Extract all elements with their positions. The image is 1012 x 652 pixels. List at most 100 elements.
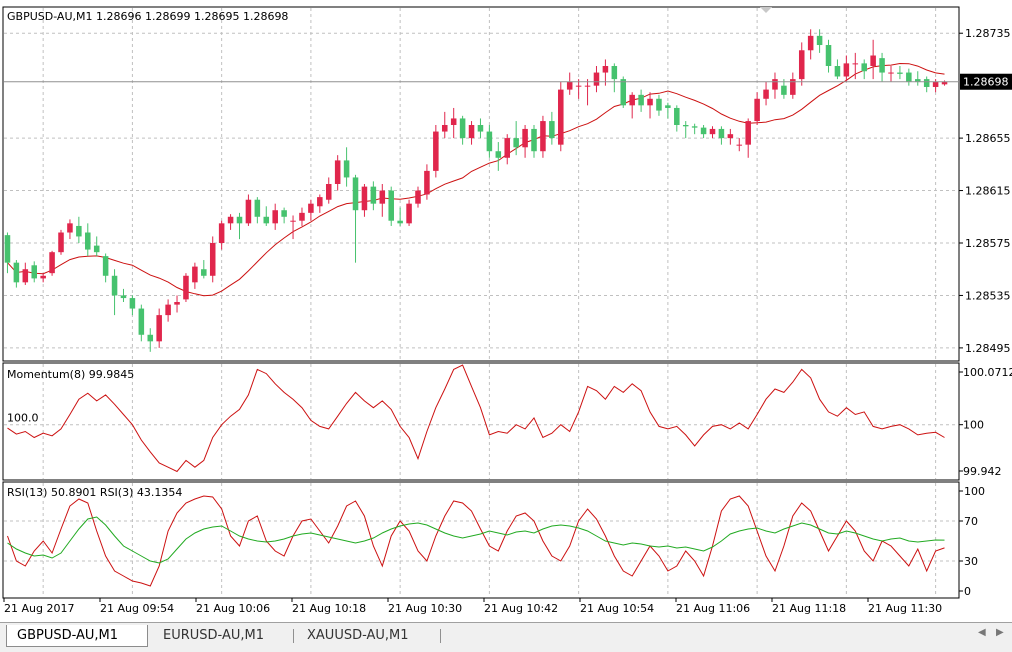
candle-body: [932, 81, 939, 87]
candle-body: [147, 334, 154, 342]
candle-body: [700, 127, 707, 135]
rsi-axis-label: 100: [964, 485, 985, 498]
candle-body: [691, 126, 698, 128]
candle-body: [218, 223, 225, 243]
price-axis-label: 1.28615: [965, 185, 1011, 198]
candle-body: [433, 131, 439, 171]
time-axis-label: 21 Aug 11:06: [676, 602, 750, 615]
momentum-axis-label: 100.0712: [963, 366, 1012, 379]
candle-body: [361, 186, 368, 211]
candle-body: [325, 184, 332, 200]
chart-canvas[interactable]: 1.28735 1.28655 1.28615 1.28575 1.28535 1.284…: [0, 0, 1012, 622]
candle-body: [31, 265, 38, 279]
chart-title: GBPUSD-AU,M1 1.28696 1.28699 1.28695 1.2…: [7, 10, 288, 23]
price-axis-label: 1.28655: [965, 132, 1011, 145]
candle-body: [49, 252, 55, 274]
candle-body: [727, 134, 734, 139]
candle-body: [736, 144, 743, 146]
candle-body: [566, 81, 573, 90]
candle-body: [504, 138, 511, 158]
candle-body: [227, 216, 234, 224]
candle-body: [620, 79, 627, 106]
candle-body: [575, 85, 582, 87]
candle-body: [718, 128, 725, 139]
candle-body: [209, 243, 216, 276]
candle-body: [816, 35, 823, 46]
candle-body: [67, 223, 73, 233]
candle-body: [825, 45, 832, 66]
chart-window[interactable]: 1.28735 1.28655 1.28615 1.28575 1.28535 1.284…: [0, 0, 1012, 622]
candle-body: [379, 190, 386, 204]
candle-body: [192, 266, 198, 283]
candle-body: [317, 197, 323, 207]
time-axis-label: 21 Aug 09:54: [100, 602, 174, 615]
tab-scroll-left-icon[interactable]: ◀: [978, 627, 986, 638]
candle-body: [798, 50, 805, 80]
candle-body: [459, 118, 466, 139]
candle-body: [682, 125, 689, 127]
rsi-panel[interactable]: [2, 481, 960, 599]
candle-body: [93, 245, 100, 253]
candle-body: [13, 262, 20, 283]
candle-body: [638, 94, 644, 106]
candle-body: [709, 128, 716, 135]
candle-body: [245, 199, 252, 224]
candle-body: [906, 72, 912, 82]
candle-body: [486, 131, 493, 152]
tab-xauusd[interactable]: XAUUSD-AU,M1: [297, 625, 437, 647]
candle-body: [629, 94, 635, 106]
candle-body: [156, 315, 162, 342]
candle-body: [334, 160, 341, 184]
candle-body: [102, 256, 109, 276]
price-panel[interactable]: [2, 6, 960, 362]
candle-body: [415, 190, 421, 204]
candle-body: [540, 121, 546, 152]
tab-scroll-right-icon[interactable]: ▶: [996, 627, 1004, 638]
time-axis-label: 21 Aug 10:30: [388, 602, 462, 615]
candle-body: [183, 275, 189, 300]
candle-body: [897, 72, 903, 74]
candle-body: [923, 79, 930, 87]
candle-body: [843, 63, 850, 77]
candle-body: [781, 85, 787, 95]
candle-body: [111, 275, 118, 296]
candle-body: [870, 55, 876, 66]
candle-body: [201, 269, 207, 276]
momentum-level-label: 100.0: [7, 412, 39, 425]
candle-body: [852, 63, 859, 65]
candle-body: [495, 151, 502, 158]
rsi-axis-label: 0: [964, 585, 971, 598]
candle-body: [22, 269, 29, 283]
time-axis-label: 21 Aug 11:18: [772, 602, 846, 615]
time-axis-label: 21 Aug 10:18: [292, 602, 366, 615]
candle-body: [602, 66, 609, 73]
time-axis-label: 21 Aug 10:06: [196, 602, 270, 615]
price-axis-label: 1.28735: [965, 27, 1011, 40]
tab-eurusd[interactable]: EURUSD-AU,M1: [153, 625, 291, 647]
candle-body: [477, 125, 484, 132]
candle-body: [397, 220, 403, 224]
momentum-panel[interactable]: [2, 362, 960, 481]
candle-body: [58, 232, 64, 253]
chart-tab-bar: GBPUSD-AU,M1 EURUSD-AU,M1 XAUUSD-AU,M1 ◀…: [0, 622, 1012, 652]
tab-gbpusd[interactable]: GBPUSD-AU,M1: [6, 625, 148, 647]
candle-body: [522, 128, 528, 148]
candle-body: [281, 210, 287, 217]
candle-body: [879, 58, 885, 73]
candle-body: [665, 105, 671, 108]
candle-body: [165, 304, 171, 316]
candle-body: [745, 121, 751, 145]
candle-body: [549, 121, 555, 139]
rsi-axis-label: 70: [964, 515, 978, 528]
candle-body: [308, 203, 314, 213]
candle-body: [174, 302, 180, 305]
tab-separator: [293, 629, 294, 643]
candle-body: [85, 232, 91, 250]
time-axis-label: 21 Aug 2017: [4, 602, 74, 615]
candle-body: [513, 138, 519, 148]
candle-body: [558, 89, 564, 145]
time-axis-label: 21 Aug 11:30: [868, 602, 942, 615]
price-axis-label: 1.28535: [965, 289, 1011, 302]
candle-body: [388, 190, 394, 221]
price-axis-label: 1.28495: [965, 342, 1011, 355]
